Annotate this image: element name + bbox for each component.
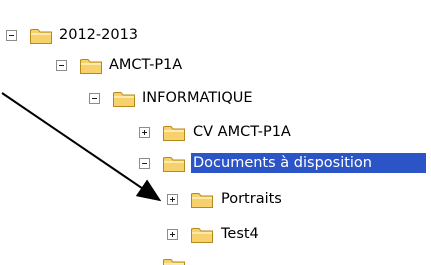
annotation-arrow-icon (1, 92, 162, 202)
